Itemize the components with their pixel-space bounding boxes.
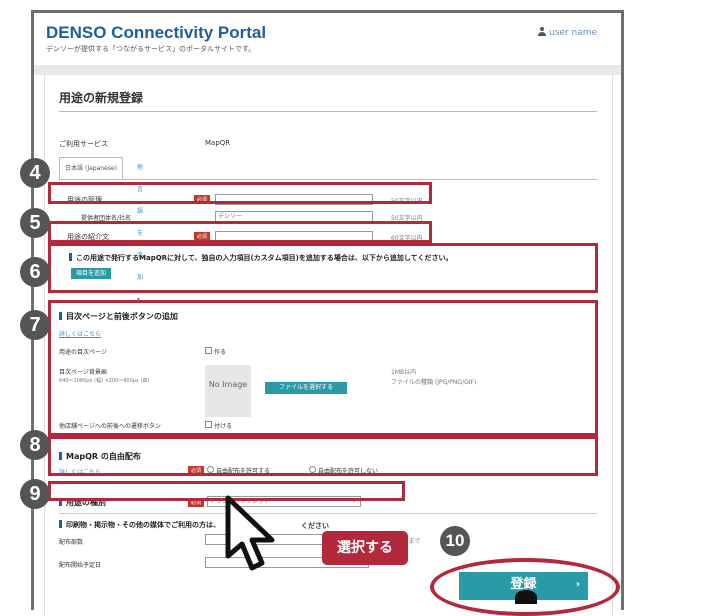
site-header: DENSO Connectivity Portal デンソーが提供する「つながる… [34,13,621,65]
print-heading: 印刷物・掲示物・その他の媒体でご利用の方は、 [59,520,220,530]
register-highlight-oval [430,558,620,616]
select-callout: 選択する [322,531,408,565]
title-divider [59,111,597,112]
annotation-box-7 [48,300,598,436]
step-badge-6: 6 [20,257,50,287]
tab-japanese[interactable]: 日本語 (Japanese) [59,157,123,180]
service-label: ご利用サービス [59,140,108,148]
brand-logo[interactable]: DENSO Connectivity Portal [46,23,266,43]
annotation-box-8 [48,436,598,476]
service-value: MapQR [205,139,231,147]
cursor-hand-icon [515,590,537,604]
user-name: user name [548,28,597,38]
step-badge-10: 10 [440,526,470,556]
annotation-box-4 [48,182,432,204]
print-heading-tail: ください [301,522,329,530]
step-badge-9: 9 [20,479,50,509]
user-menu[interactable]: user name [537,27,597,38]
header-divider [34,65,621,75]
section-divider [59,513,597,514]
step-badge-5: 5 [20,208,50,238]
annotation-box-6 [48,243,598,293]
print-count-label: 配布部数 [59,539,84,546]
step-badge-7: 7 [20,310,50,340]
print-date-label: 配布開始予定日 [59,562,102,569]
user-icon [537,27,546,36]
brand-tagline: デンソーが提供する「つながるサービス」のポータルサイトです。 [46,45,256,53]
tab-divider [59,179,597,180]
step-badge-4: 4 [20,158,50,188]
step-badge-8: 8 [20,430,50,460]
cursor-arrow-icon [225,495,275,571]
annotation-box-5 [48,221,432,243]
page-title: 用途の新規登録 [59,91,144,105]
